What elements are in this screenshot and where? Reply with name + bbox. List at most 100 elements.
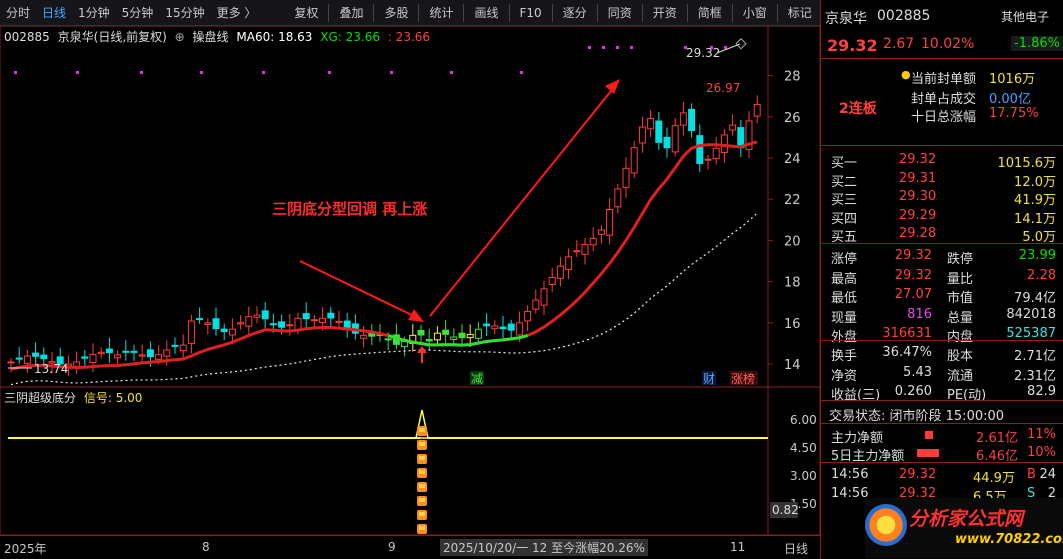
marker-dot: [602, 46, 605, 49]
indicator-name[interactable]: 操盘线: [193, 30, 229, 44]
toolbar-tab-3[interactable]: 5分钟: [116, 0, 160, 26]
candle-body: [204, 322, 212, 325]
candle-body: [425, 339, 433, 342]
tick-price: 29.32: [899, 467, 937, 482]
period-label[interactable]: 日线: [784, 540, 808, 557]
candle-body: [712, 147, 720, 160]
toolbar-button-0[interactable]: 复权: [288, 0, 324, 26]
stat-value: 79.4亿: [1014, 291, 1056, 306]
toolbar-tab-2[interactable]: 1分钟: [72, 0, 116, 26]
orderbook-row[interactable]: 买四 29.29 14.1万: [821, 206, 1063, 227]
toolbar-button-7[interactable]: 同资: [602, 0, 638, 26]
signal-bar-highlight: [419, 442, 425, 446]
chart-area[interactable]: 14 16 18 20 22 24 26 28 6.00 4.50 3.00 1.50 0.82 三阴底分…: [0, 26, 820, 559]
watermark-logo-icon: [865, 504, 907, 546]
toolbar-button-8[interactable]: 开资: [647, 0, 683, 26]
high-pointer: [716, 43, 741, 54]
candle-body: [679, 112, 687, 126]
kline-chart[interactable]: 14161820222426286.004.503.001.500.82三阴底分…: [0, 26, 820, 535]
toolbar-tab-5[interactable]: 更多 〉: [211, 0, 263, 26]
toolbar-button-11[interactable]: 标记: [782, 0, 818, 26]
candle-body: [606, 209, 614, 236]
stat-label: 总量: [947, 310, 974, 326]
toolbar-button-4[interactable]: 画线: [468, 0, 504, 26]
orderbook-row[interactable]: 买二 29.31 12.0万: [821, 169, 1063, 190]
marker-dot: [616, 46, 619, 49]
candle-body: [491, 325, 499, 330]
ob-price: 29.31: [899, 170, 937, 186]
settings-icon[interactable]: ⊕: [175, 30, 185, 44]
marker-jian: 减: [471, 372, 483, 386]
toolbar-button-3[interactable]: 统计: [423, 0, 459, 26]
chart-header: 002885 京泉华(日线,前复权) ⊕ 操盘线 MA60: 18.63 XG:…: [4, 28, 434, 45]
candle-body: [474, 328, 482, 339]
candle-body: [671, 125, 679, 153]
y-tick-label: 16: [784, 317, 801, 332]
candle-body: [507, 323, 515, 331]
ma60-value: MA60: 18.63: [236, 30, 313, 44]
candle-body: [212, 318, 220, 330]
sector-label[interactable]: 其他电子: [1001, 8, 1049, 25]
orderbook-row[interactable]: 买一 29.32 1015.6万: [821, 150, 1063, 171]
candle-body: [647, 118, 655, 130]
stat-label: 涨停: [831, 252, 858, 267]
toolbar-button-2[interactable]: 多股: [378, 0, 414, 26]
candle-body: [23, 355, 31, 364]
candle-body: [179, 344, 187, 352]
candle-body: [597, 229, 605, 235]
candle-body: [532, 299, 540, 310]
candle-body: [187, 320, 195, 344]
stock-header: 京泉华 002885 其他电子: [821, 6, 1063, 28]
price-row: 29.32 2.67 10.02% -1.86%: [821, 34, 1063, 56]
candle-body: [253, 314, 261, 318]
candle-body: [343, 320, 351, 329]
candle-body: [335, 320, 343, 323]
candle-body: [704, 158, 712, 161]
candle-body: [278, 321, 286, 328]
stat-value: 816: [907, 306, 932, 322]
toolbar-button-10[interactable]: 小窗: [737, 0, 773, 26]
candle-body: [720, 134, 728, 153]
sub-indicator-header: 三阴超级底分 信号: 5.00: [4, 389, 142, 406]
stat-label: 量比: [947, 271, 974, 287]
candle-body: [81, 356, 89, 359]
toolbar-button-6[interactable]: 逐分: [557, 0, 593, 26]
flow-row: 主力净额 2.61亿 11%: [821, 425, 1063, 446]
ten-day-value: 17.75%: [989, 106, 1039, 121]
stat-label: 最高: [831, 271, 858, 287]
seal-value: 1016万: [989, 72, 1036, 87]
toolbar-button-5[interactable]: F10: [514, 0, 548, 26]
tick-count: 24: [1039, 467, 1056, 482]
stat-value: 525387: [1006, 326, 1056, 341]
flow-bar: [917, 449, 939, 457]
orderbook-row[interactable]: 买五 29.28 5.0万: [821, 224, 1063, 245]
orderbook-row[interactable]: 买三 29.30 41.9万: [821, 187, 1063, 208]
candle-body: [32, 352, 40, 357]
candle-body: [515, 322, 523, 336]
candle-body: [556, 265, 564, 279]
flow-bar: [925, 431, 933, 439]
date-sep: 9: [388, 540, 396, 554]
candle-body: [228, 328, 236, 336]
toolbar-tab-0[interactable]: 分时: [0, 0, 36, 26]
xg-value: XG: 23.66: [320, 30, 380, 44]
marker-dot: [588, 46, 591, 49]
stat-value: 23.99: [1018, 248, 1056, 263]
toolbar-tab-4[interactable]: 15分钟: [159, 0, 210, 26]
candle-body: [548, 276, 556, 285]
flow-pct: 10%: [1027, 445, 1056, 460]
candle-body: [146, 349, 154, 358]
candle-body: [638, 126, 646, 144]
tick-row: 14:56 29.32 44.9万 B 24: [821, 465, 1063, 486]
toolbar-button-1[interactable]: 叠加: [333, 0, 369, 26]
sub-indicator-name[interactable]: 三阴超级底分: [4, 391, 76, 405]
candle-body: [155, 354, 163, 360]
stat-label: 现量: [831, 310, 858, 326]
ten-day-row: 十日总涨幅 17.75%: [821, 104, 1063, 125]
toolbar-tab-1[interactable]: 日线: [36, 0, 72, 26]
candle-body: [122, 350, 130, 353]
toolbar-button-9[interactable]: 简框: [692, 0, 728, 26]
stat-label: 股本: [947, 349, 974, 364]
stat-value: 2.71亿: [1014, 349, 1056, 364]
candle-body: [663, 136, 671, 149]
